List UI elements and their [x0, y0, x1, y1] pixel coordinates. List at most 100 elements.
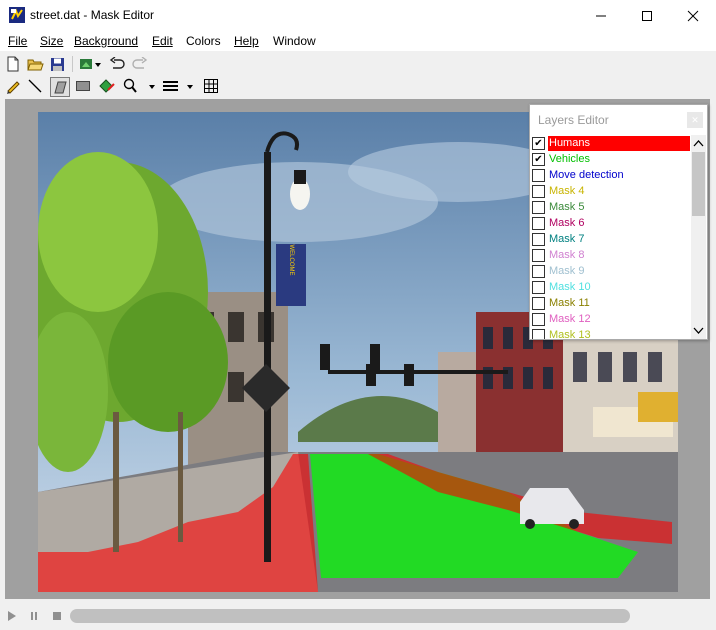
- play-button[interactable]: [5, 609, 19, 623]
- timeline-slider[interactable]: [70, 609, 630, 623]
- line-button[interactable]: [26, 77, 44, 95]
- line-icon: [28, 79, 42, 93]
- banner-text: WELCOME: [288, 244, 294, 275]
- layer-checkbox[interactable]: [532, 296, 545, 310]
- layer-name: Mask 7: [549, 232, 585, 245]
- zoom-icon: [123, 78, 155, 93]
- toolbar-file: [0, 52, 716, 76]
- menu-help[interactable]: Help: [234, 34, 259, 48]
- layer-name: Mask 4: [549, 184, 585, 197]
- save-button[interactable]: [48, 55, 66, 73]
- layer-name: Humans: [548, 135, 690, 151]
- zoom-button[interactable]: [122, 77, 156, 95]
- chevron-down-icon[interactable]: [691, 323, 706, 337]
- layer-row-mask-8[interactable]: Mask 8: [530, 247, 690, 263]
- layer-checkbox[interactable]: [532, 312, 545, 326]
- layer-checkbox[interactable]: ✔: [532, 152, 545, 166]
- layer-checkbox[interactable]: ✔: [532, 136, 545, 150]
- close-icon: ✕: [691, 115, 699, 125]
- layer-row-mask-4[interactable]: Mask 4: [530, 183, 690, 199]
- rectangle-button[interactable]: [74, 77, 92, 95]
- layer-name: Mask 5: [549, 200, 585, 213]
- fill-icon: [99, 79, 115, 93]
- polygon-button[interactable]: [50, 77, 70, 97]
- stop-icon: [53, 612, 61, 620]
- menu-file[interactable]: File: [8, 34, 27, 48]
- layer-row-mask-9[interactable]: Mask 9: [530, 263, 690, 279]
- new-file-button[interactable]: [4, 55, 22, 73]
- pencil-button[interactable]: [4, 77, 22, 95]
- minimize-button[interactable]: [578, 0, 624, 31]
- layer-checkbox[interactable]: [532, 184, 545, 198]
- layer-checkbox[interactable]: [532, 168, 545, 182]
- close-button[interactable]: [670, 0, 716, 31]
- minimize-icon: [596, 15, 606, 16]
- pause-icon: [31, 612, 37, 620]
- chevron-up-icon[interactable]: [691, 137, 706, 151]
- grid-button[interactable]: [202, 77, 220, 95]
- layer-name: Move detection: [549, 168, 624, 181]
- layer-checkbox[interactable]: [532, 200, 545, 214]
- layers-close-button[interactable]: ✕: [687, 112, 703, 128]
- layers-editor-title: Layers Editor: [538, 113, 609, 127]
- layer-row-mask-13[interactable]: Mask 13: [530, 327, 690, 339]
- layer-checkbox[interactable]: [532, 328, 545, 339]
- scroll-thumb[interactable]: [692, 152, 705, 216]
- layers-scrollbar[interactable]: [691, 135, 706, 339]
- layer-checkbox[interactable]: [532, 216, 545, 230]
- import-mask-icon: [80, 59, 101, 69]
- layer-row-mask-6[interactable]: Mask 6: [530, 215, 690, 231]
- new-file-icon: [7, 56, 19, 72]
- layer-row-mask-12[interactable]: Mask 12: [530, 311, 690, 327]
- layer-checkbox[interactable]: [532, 264, 545, 278]
- menu-background[interactable]: Background: [74, 34, 138, 48]
- layer-checkbox[interactable]: [532, 248, 545, 262]
- layer-checkbox[interactable]: [532, 232, 545, 246]
- undo-icon: [109, 57, 125, 69]
- layer-row-mask-11[interactable]: Mask 11: [530, 295, 690, 311]
- line-width-icon: [163, 81, 193, 91]
- playback-bar: [0, 604, 716, 630]
- save-disk-icon: [50, 57, 64, 71]
- toolbar-tools: [0, 74, 716, 98]
- layer-row-move-detection[interactable]: Move detection: [530, 167, 690, 183]
- maximize-button[interactable]: [624, 0, 670, 31]
- redo-icon: [132, 57, 148, 69]
- layer-name: Mask 10: [549, 280, 591, 293]
- layer-name: Vehicles: [549, 152, 590, 165]
- menu-colors[interactable]: Colors: [186, 34, 221, 48]
- open-folder-icon: [26, 59, 44, 70]
- rectangle-icon: [76, 81, 90, 91]
- menu-edit[interactable]: Edit: [152, 34, 173, 48]
- stop-button[interactable]: [50, 609, 64, 623]
- redo-button[interactable]: [131, 55, 149, 73]
- line-width-button[interactable]: [162, 77, 196, 95]
- menu-bar: File Size Background Edit Colors Help Wi…: [0, 31, 716, 51]
- layer-list: ✔ Humans ✔ Vehicles Move detection Mask …: [530, 135, 690, 339]
- grid-icon: [204, 79, 218, 93]
- layer-checkbox[interactable]: [532, 280, 545, 294]
- maximize-icon: [642, 10, 652, 21]
- undo-button[interactable]: [108, 55, 126, 73]
- window-title: street.dat - Mask Editor: [30, 8, 155, 22]
- layers-editor: Layers Editor ✕ ✔ Humans ✔ Vehicles Move…: [529, 104, 708, 340]
- open-button[interactable]: [26, 55, 44, 73]
- layer-row-vehicles[interactable]: ✔ Vehicles: [530, 151, 690, 167]
- menu-size[interactable]: Size: [40, 34, 63, 48]
- layer-row-humans[interactable]: ✔ Humans: [530, 135, 690, 151]
- layer-row-mask-5[interactable]: Mask 5: [530, 199, 690, 215]
- import-mask-button[interactable]: [78, 55, 104, 73]
- toolbar-separator: [72, 56, 73, 72]
- layer-name: Mask 12: [549, 312, 591, 325]
- pause-button[interactable]: [27, 609, 41, 623]
- pencil-icon: [7, 81, 20, 94]
- layer-name: Mask 9: [549, 264, 585, 277]
- layer-row-mask-7[interactable]: Mask 7: [530, 231, 690, 247]
- fill-button[interactable]: [98, 77, 116, 95]
- layer-name: Mask 11: [549, 296, 590, 309]
- app-icon: [9, 7, 25, 23]
- layer-name: Mask 6: [549, 216, 585, 229]
- menu-window[interactable]: Window: [273, 34, 316, 48]
- polygon-icon: [54, 81, 67, 94]
- layer-row-mask-10[interactable]: Mask 10: [530, 279, 690, 295]
